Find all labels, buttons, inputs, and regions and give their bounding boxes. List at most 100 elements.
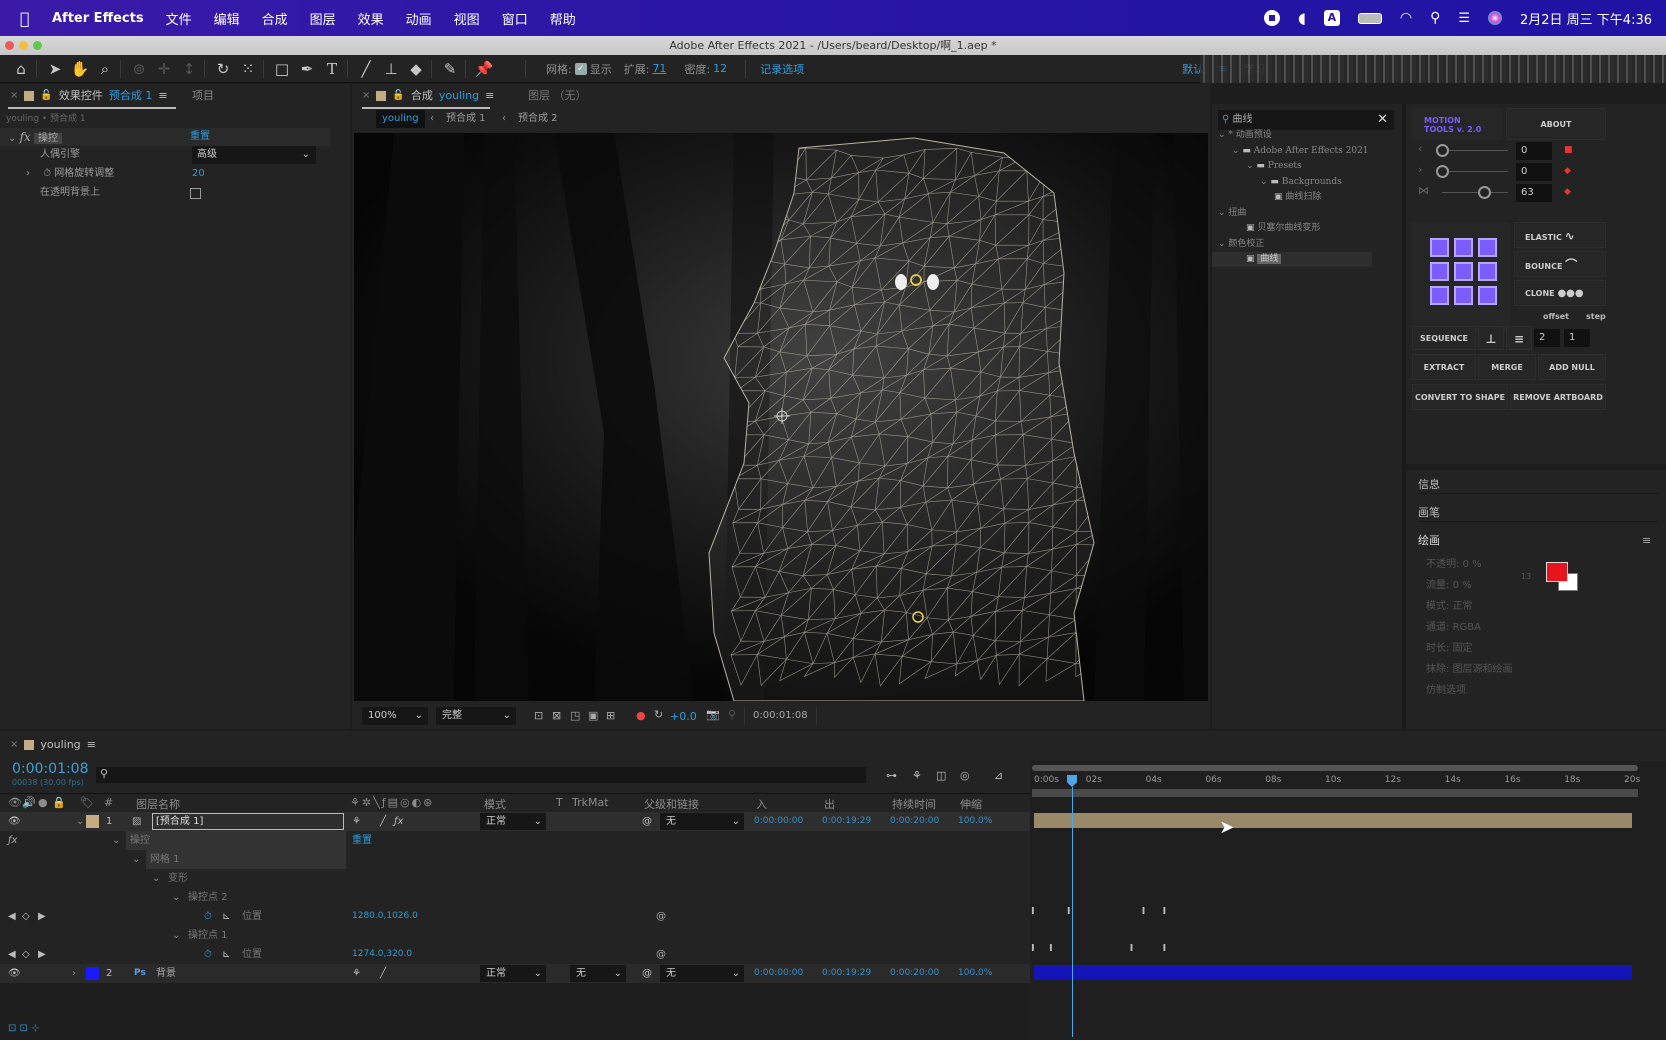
- puppet-pin-icon[interactable]: 📌: [473, 58, 495, 80]
- keyframe[interactable]: I: [1142, 906, 1146, 917]
- next-keyframe-icon[interactable]: ▶: [38, 907, 46, 926]
- menu-composition[interactable]: 合成: [262, 9, 288, 28]
- menu-file[interactable]: 文件: [166, 9, 192, 28]
- label-color[interactable]: [86, 967, 99, 980]
- rectangle-icon[interactable]: □: [271, 58, 293, 80]
- playhead-handle[interactable]: [1066, 775, 1077, 787]
- quality-switch-icon[interactable]: ╱: [380, 964, 386, 983]
- close-tab-icon[interactable]: ×: [362, 84, 370, 108]
- pin2-position-row[interactable]: ◀ ◇ ▶ ⏱ ⊾ 位置 1280.0,1026.0 @: [0, 907, 1030, 926]
- motion-blur-icon[interactable]: ◎: [960, 769, 970, 782]
- visibility-toggle-icon[interactable]: 👁: [8, 812, 21, 831]
- preset-tree-item[interactable]: ⌄ 扭曲: [1212, 206, 1372, 221]
- time-graph[interactable]: 0:00s 02s 04s 06s 08s 10s 12s 14s 16s 18s 20s I I I I I…: [1030, 761, 1666, 1040]
- tab-layer[interactable]: 图层 （无）: [528, 84, 587, 108]
- in-point[interactable]: 0:00:00:00: [754, 812, 803, 831]
- close-tab-icon[interactable]: ×: [10, 84, 18, 108]
- preset-tree-item[interactable]: ⌄ * 动画预设: [1212, 128, 1372, 143]
- menu-animation[interactable]: 动画: [406, 9, 432, 28]
- chevron-down-icon[interactable]: ⌄: [112, 831, 120, 850]
- comp-flowchart-icon[interactable]: ⊶: [886, 769, 897, 782]
- input-source-icon[interactable]: A: [1323, 10, 1340, 26]
- menu-effect[interactable]: 效果: [358, 9, 384, 28]
- layer-name[interactable]: 背景: [156, 964, 176, 983]
- mesh-rotation-value[interactable]: 20: [192, 165, 205, 183]
- graph-icon[interactable]: ⊾: [222, 907, 230, 926]
- hand-icon[interactable]: ✋: [69, 58, 91, 80]
- chevron-down-icon[interactable]: ⌄: [1218, 239, 1228, 249]
- paint-property-row[interactable]: 时长: 固定: [1426, 640, 1636, 658]
- selection-icon[interactable]: ➤: [44, 58, 66, 80]
- slider-track[interactable]: [1442, 150, 1508, 151]
- effect-name[interactable]: 操控: [126, 831, 346, 850]
- current-timecode[interactable]: 0:00:01:08: [12, 761, 89, 777]
- panel-menu-icon[interactable]: ≡: [1642, 534, 1651, 547]
- keyframe-ease-icon[interactable]: ■: [1564, 145, 1573, 155]
- show-snapshot-icon[interactable]: ⚲: [728, 708, 736, 721]
- sequence-forward-icon[interactable]: ⊥: [1478, 326, 1504, 350]
- panel-menu-icon[interactable]: ≡: [158, 84, 167, 108]
- timeline-footer-icons[interactable]: ⊡ ⊡ ⊹: [8, 1023, 40, 1034]
- anchor-point-button[interactable]: [1430, 238, 1449, 257]
- stopwatch-icon[interactable]: ⏱: [204, 945, 212, 964]
- pen-icon[interactable]: ✒: [296, 58, 318, 80]
- layer-row-2[interactable]: 👁 › 2 Ps 背景 ⚘ ╱ 正常 ⌄ 无 ⌄ @ 无 ⌄ 0:00:00:00 0…: [0, 964, 1030, 983]
- parent-select[interactable]: 无 ⌄: [660, 813, 744, 830]
- preset-tree-item[interactable]: ⌄ ▬ Adobe After Effects 2021: [1212, 144, 1372, 159]
- time-navigator[interactable]: [1032, 765, 1638, 771]
- brush-icon[interactable]: ╱: [355, 58, 377, 80]
- clone-button[interactable]: CLONE ●●●: [1514, 280, 1606, 306]
- layer-row-1[interactable]: 👁 ⌄ 1 ▨ [预合成 1] ⚘ ╱ ƒx 正常 ⌄ @ 无 ⌄ 0:00:00:…: [0, 812, 1030, 831]
- menu-view[interactable]: 视图: [454, 9, 480, 28]
- keyframe-ease-icon[interactable]: ◆: [1564, 166, 1571, 176]
- record-options-link[interactable]: 记录选项: [760, 61, 804, 77]
- tab-effect-controls[interactable]: × 🔓 效果控件 预合成 1 ≡: [10, 84, 168, 108]
- out-point[interactable]: 0:00:19:29: [822, 812, 871, 831]
- paint-property-row[interactable]: 模式: 正常: [1426, 598, 1636, 616]
- clock[interactable]: 2月2日 周三 下午4:36: [1520, 9, 1652, 28]
- graph-editor-icon[interactable]: ⊿: [994, 769, 1003, 782]
- composition-viewer[interactable]: [354, 133, 1208, 701]
- reset-link[interactable]: 重置: [190, 128, 210, 146]
- text-icon[interactable]: T: [321, 58, 343, 80]
- spotlight-icon[interactable]: ⚲: [1430, 10, 1440, 26]
- slider-value-input[interactable]: 0: [1516, 142, 1552, 160]
- keyframe[interactable]: I: [1163, 906, 1167, 917]
- pin1-position-value[interactable]: 1274.0,320.0: [352, 945, 412, 964]
- slider-value-input[interactable]: 63: [1516, 184, 1552, 202]
- preset-tree-item[interactable]: ▣ 曲线: [1212, 252, 1372, 267]
- preset-tree-item[interactable]: ⌄ ▬ Backgrounds: [1212, 175, 1372, 190]
- stamp-icon[interactable]: ⊥: [380, 58, 402, 80]
- mask-visibility-icon[interactable]: ◳: [570, 709, 580, 722]
- zoom-icon[interactable]: ⌕: [94, 58, 116, 80]
- out-point[interactable]: 0:00:19:29: [822, 964, 871, 983]
- add-null-button[interactable]: ADD NULL: [1538, 354, 1606, 380]
- exposure-value[interactable]: +0.0: [670, 710, 697, 723]
- pickwhip-icon[interactable]: @: [642, 812, 652, 831]
- step-input[interactable]: 1: [1564, 329, 1590, 347]
- keyframe[interactable]: I: [1067, 906, 1071, 917]
- keyframe[interactable]: I: [1163, 943, 1167, 954]
- anchor-point-button[interactable]: [1430, 286, 1449, 305]
- chevron-down-icon[interactable]: ⌄: [8, 133, 16, 144]
- breadcrumb-youling[interactable]: youling: [376, 110, 425, 128]
- label-color[interactable]: [86, 815, 99, 828]
- paint-property-row[interactable]: 仿制选项: [1426, 682, 1636, 700]
- add-keyframe-icon[interactable]: ◇: [22, 945, 30, 964]
- record-icon[interactable]: [1263, 10, 1280, 26]
- pin1-position-row[interactable]: ◀ ◇ ▶ ⏱ ⊾ 位置 1274.0,320.0 @: [0, 945, 1030, 964]
- chevron-down-icon[interactable]: ⌄: [172, 888, 180, 907]
- preset-tree-item[interactable]: ⌄ ▬ Presets: [1212, 159, 1372, 174]
- eraser-icon[interactable]: ◆: [405, 58, 427, 80]
- region-of-interest-icon[interactable]: ▣: [588, 709, 598, 722]
- chevron-down-icon[interactable]: ⌄: [76, 812, 84, 831]
- tab-project[interactable]: 项目: [192, 84, 214, 108]
- bounce-button[interactable]: BOUNCE ⌒: [1514, 251, 1606, 277]
- prev-keyframe-icon[interactable]: ◀: [8, 907, 16, 926]
- slider-handle[interactable]: [1436, 165, 1449, 178]
- fast-previews-icon[interactable]: ⊡: [534, 709, 543, 722]
- apple-icon[interactable]: : [20, 9, 40, 28]
- offset-input[interactable]: 2: [1534, 329, 1560, 347]
- orbit-icon[interactable]: ⊚: [128, 58, 150, 80]
- expression-pickwhip-icon[interactable]: @: [656, 945, 666, 964]
